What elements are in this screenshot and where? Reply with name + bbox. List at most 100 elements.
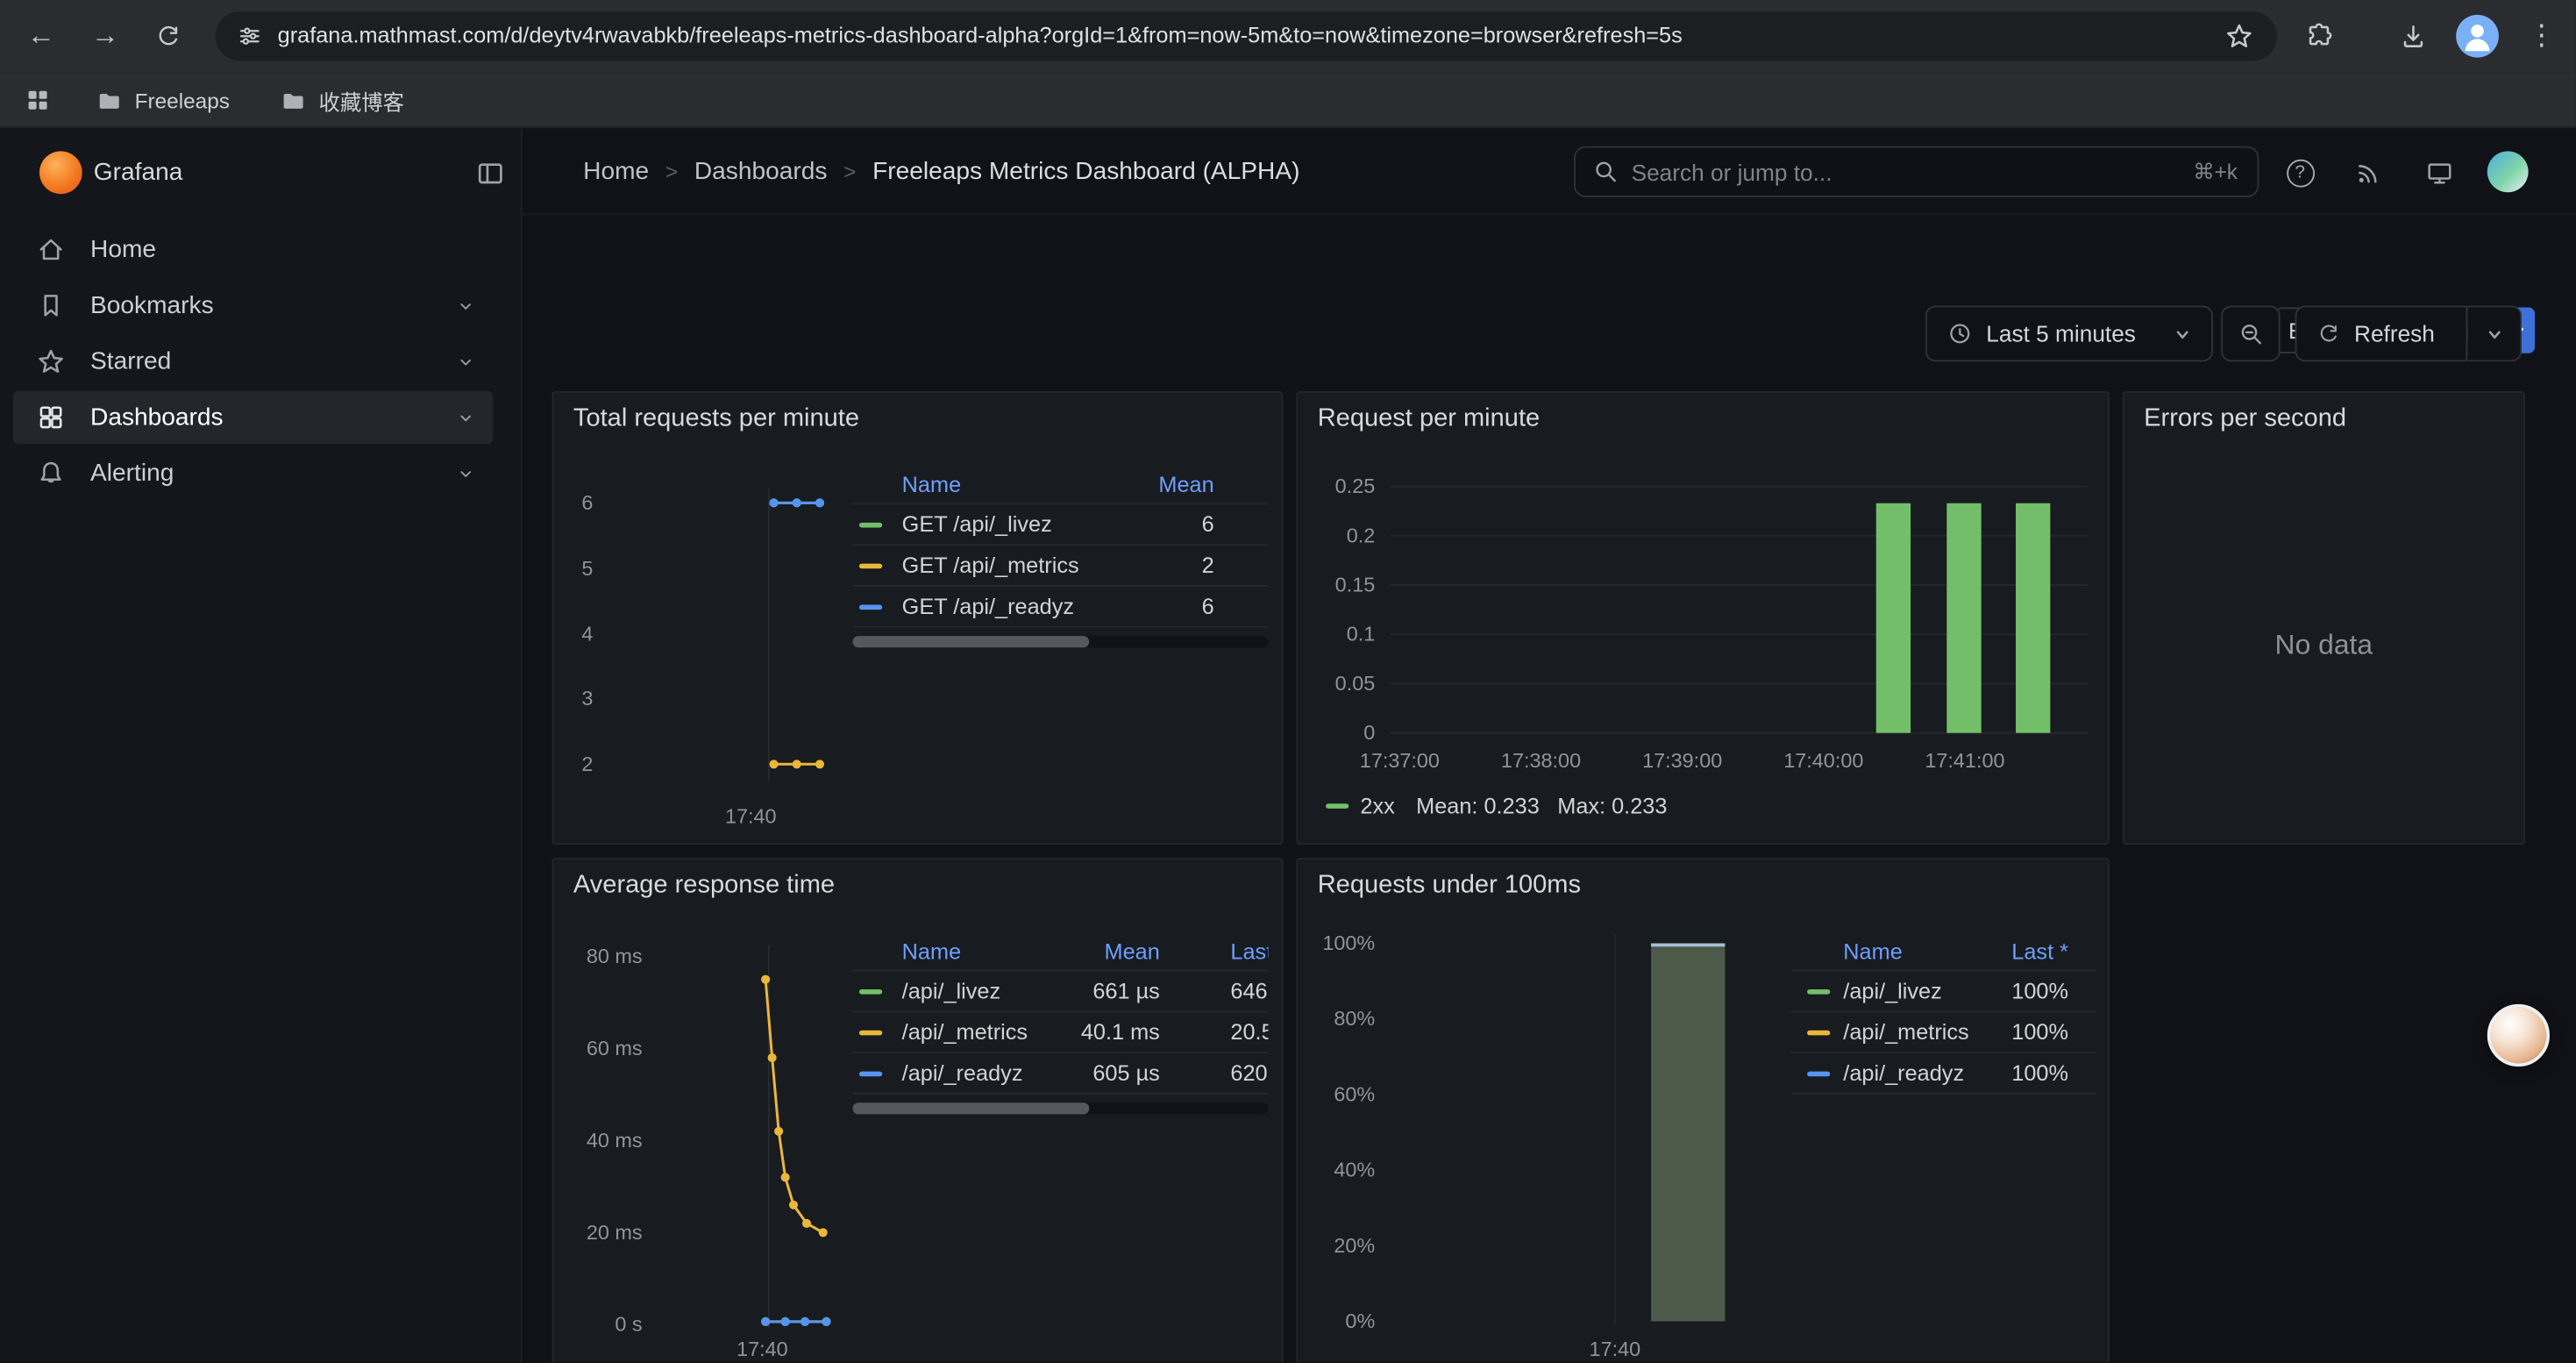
legend-row[interactable]: /api/_livez661 µs646 µs xyxy=(852,971,1268,1012)
series-last: 646 µs xyxy=(1230,979,1268,1003)
breadcrumb-separator: > xyxy=(665,160,678,184)
breadcrumb-current: Freeleaps Metrics Dashboard (ALPHA) xyxy=(872,158,1299,186)
chevron-down-icon[interactable] xyxy=(455,352,476,373)
sidebar-collapse-button[interactable] xyxy=(473,158,506,190)
series-last: 100% xyxy=(2011,1020,2068,1045)
legend-row[interactable]: /api/_livez100% xyxy=(1790,971,2096,1012)
y-axis-tick: 20 ms xyxy=(587,1221,643,1244)
y-axis-tick: 6 xyxy=(581,491,593,514)
help-button[interactable]: ? xyxy=(2279,151,2322,194)
series-mean: 605 µs xyxy=(1092,1060,1159,1085)
series-mean: 661 µs xyxy=(1092,979,1159,1003)
legend-header-row: Name Mean xyxy=(852,465,1268,504)
browser-profile-avatar[interactable] xyxy=(2456,15,2499,58)
legend-header-name[interactable]: Name xyxy=(1843,938,1902,963)
series-name: GET /api/_livez xyxy=(902,512,1052,537)
sidebar-item-bookmarks[interactable]: Bookmarks xyxy=(13,280,493,332)
legend-row[interactable]: /api/_metrics100% xyxy=(1790,1012,2096,1053)
legend-row[interactable]: /api/_readyz605 µs620 µs xyxy=(852,1053,1268,1095)
legend-scrollbar[interactable] xyxy=(852,1103,1268,1114)
apps-shortcut-button[interactable] xyxy=(17,85,60,115)
back-button[interactable]: ← xyxy=(19,0,62,72)
panel-title[interactable]: Requests under 100ms xyxy=(1318,871,1581,901)
series-name: /api/_livez xyxy=(1843,979,1942,1003)
legend-header-row: Name Mean Last xyxy=(852,931,1268,971)
browser-toolbar: ← → grafana.mathmast.com/d/deytv4rwavabk… xyxy=(0,0,2576,72)
zoom-out-button[interactable] xyxy=(2221,306,2280,362)
sidebar-item-starred[interactable]: Starred xyxy=(13,335,493,388)
bookmark-item-freeleaps[interactable]: Freeleaps xyxy=(96,72,230,128)
bookmark-item-blogs[interactable]: 收藏博客 xyxy=(280,72,404,128)
legend-row[interactable]: GET /api/_livez6 xyxy=(852,504,1268,546)
folder-icon xyxy=(280,86,308,114)
legend-header-last[interactable]: Last * xyxy=(2011,938,2068,963)
folder-icon xyxy=(96,86,124,114)
panel-title[interactable]: Total requests per minute xyxy=(573,404,859,434)
reload-button[interactable] xyxy=(146,21,189,51)
legend-row[interactable]: /api/_readyz100% xyxy=(1790,1053,2096,1095)
breadcrumb-home[interactable]: Home xyxy=(583,158,649,186)
scrollbar-thumb[interactable] xyxy=(852,636,1089,647)
panel-title[interactable]: Average response time xyxy=(573,871,835,901)
bar-chart[interactable] xyxy=(1298,393,2110,846)
grafana-logo[interactable] xyxy=(39,151,82,194)
bookmark-icon xyxy=(36,291,66,321)
panel-title[interactable]: Request per minute xyxy=(1318,404,1540,434)
assistant-avatar[interactable] xyxy=(2487,1004,2550,1067)
apps-grid-icon xyxy=(25,87,51,113)
time-range-picker[interactable]: Last 5 minutes xyxy=(1925,306,2213,362)
forward-button[interactable]: → xyxy=(84,0,127,72)
legend-row[interactable]: /api/_metrics40.1 ms20.5 ms xyxy=(852,1012,1268,1053)
site-settings-icon[interactable] xyxy=(237,23,263,49)
browser-menu-button[interactable]: ⋮ xyxy=(2520,0,2563,72)
legend-row[interactable]: GET /api/_metrics2 xyxy=(852,546,1268,587)
downloads-button[interactable] xyxy=(2392,21,2435,51)
legend-scrollbar[interactable] xyxy=(852,636,1268,647)
sidebar-item-home[interactable]: Home xyxy=(13,224,493,276)
sidebar-item-dashboards[interactable]: Dashboards xyxy=(13,391,493,444)
y-axis-tick: 2 xyxy=(581,753,593,775)
series-name: 2xx xyxy=(1360,794,1394,818)
panel-average-response-time: Average response time Name Mean Last/api/_… xyxy=(552,858,1284,1362)
sidebar-item-alerting[interactable]: Alerting xyxy=(13,447,493,500)
bookmark-label: 收藏博客 xyxy=(318,84,403,116)
kiosk-mode-button[interactable] xyxy=(2418,151,2461,194)
legend-header-name[interactable]: Name xyxy=(902,938,961,963)
bookmark-star-icon[interactable] xyxy=(2224,21,2254,51)
y-axis-tick: 60% xyxy=(1334,1083,1375,1106)
star-icon xyxy=(36,346,66,376)
sidebar-item-label: Bookmarks xyxy=(90,292,214,320)
legend-row[interactable]: GET /api/_readyz6 xyxy=(852,587,1268,628)
news-button[interactable] xyxy=(2348,151,2391,194)
legend-header-name[interactable]: Name xyxy=(902,472,961,496)
refresh-interval-button[interactable] xyxy=(2467,306,2522,362)
legend-header-mean[interactable]: Mean xyxy=(1158,472,1213,496)
chevron-down-icon[interactable] xyxy=(455,408,476,429)
chevron-down-icon[interactable] xyxy=(455,296,476,317)
legend-header-last[interactable]: Last xyxy=(1230,938,1268,963)
chevron-down-icon[interactable] xyxy=(455,463,476,484)
monitor-icon xyxy=(2425,158,2455,188)
breadcrumb-dashboards[interactable]: Dashboards xyxy=(694,158,828,186)
y-axis-tick: 0.15 xyxy=(1335,574,1376,596)
series-last: 620 µs xyxy=(1230,1060,1268,1085)
extensions-button[interactable] xyxy=(2298,21,2341,51)
legend-table: NameLast */api/_livez100%/api/_metrics10… xyxy=(1790,931,2096,1094)
user-avatar[interactable] xyxy=(2487,151,2529,192)
search-input[interactable] xyxy=(1632,148,2124,196)
series-color-dash xyxy=(859,523,882,528)
x-axis-tick: 17:38:00 xyxy=(1501,749,1581,772)
search-icon xyxy=(1592,158,1620,186)
legend-header-mean[interactable]: Mean xyxy=(1105,938,1160,963)
panel-title[interactable]: Errors per second xyxy=(2144,404,2346,434)
dashboards-icon xyxy=(36,403,66,432)
y-axis-tick: 0.1 xyxy=(1347,623,1376,646)
search-box[interactable]: ⌘+k xyxy=(1574,146,2259,197)
address-bar[interactable]: grafana.mathmast.com/d/deytv4rwavabkb/fr… xyxy=(215,11,2276,61)
series-last: 20.5 ms xyxy=(1230,1020,1268,1045)
panel-request-per-minute: Request per minute 2xx Mean: 0.233 Max: … xyxy=(1296,391,2109,845)
refresh-button[interactable]: Refresh xyxy=(2295,306,2468,362)
series-color-dash xyxy=(859,1031,882,1036)
scrollbar-thumb[interactable] xyxy=(852,1103,1089,1114)
series-color-dash xyxy=(859,989,882,995)
